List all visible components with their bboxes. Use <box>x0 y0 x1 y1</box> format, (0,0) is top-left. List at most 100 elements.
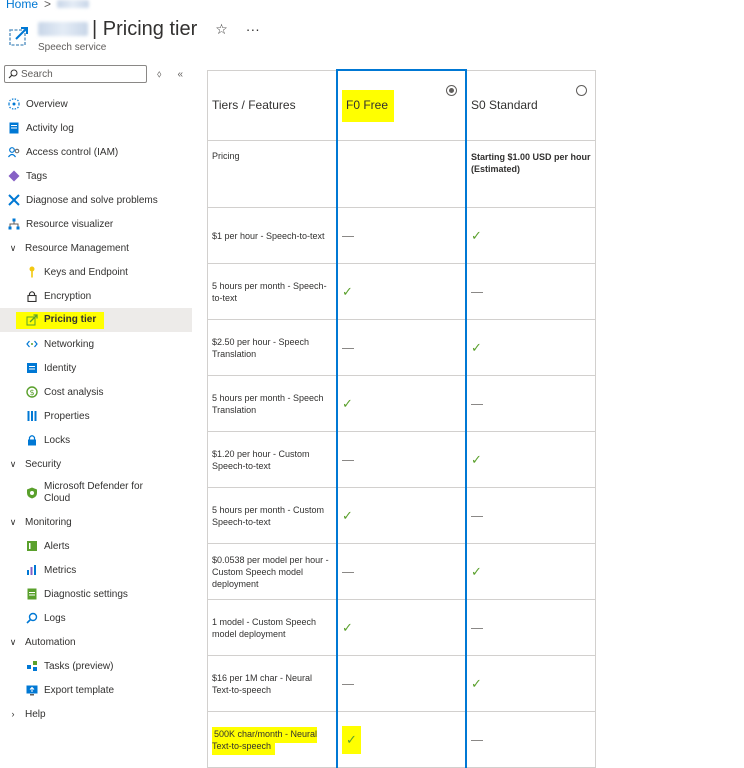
s0-feature-cell <box>465 263 596 320</box>
nav-group-automation[interactable]: ∨ Automation <box>0 630 192 654</box>
table-row: 5 hours per month - Speech Translation ✓ <box>207 375 596 432</box>
s0-feature-cell: ✓ <box>465 207 596 264</box>
nav-properties[interactable]: Properties <box>0 404 192 428</box>
nav-pricing-tier[interactable]: Pricing tier <box>0 308 192 332</box>
dash-icon <box>471 627 483 629</box>
more-options-icon[interactable]: ··· <box>246 21 260 38</box>
checkmark-icon: ✓ <box>342 725 361 754</box>
page-title: | Pricing tier <box>92 17 198 40</box>
feature-text: $1 per hour - Speech-to-text <box>212 231 325 241</box>
nav-resource-visualizer[interactable]: Resource visualizer <box>0 212 192 236</box>
checkmark-icon: ✓ <box>471 339 482 355</box>
feature-text: 5 hours per month - Speech-to-text <box>212 281 327 303</box>
table-row: 1 model - Custom Speech model deployment ✓ <box>207 599 596 656</box>
nav-alerts[interactable]: Alerts <box>0 534 192 558</box>
nav-group-security[interactable]: ∨ Security <box>0 452 192 476</box>
logs-icon <box>26 612 38 624</box>
nav-locks[interactable]: Locks <box>0 428 192 452</box>
nav-group-monitoring[interactable]: ∨ Monitoring <box>0 510 192 534</box>
nav-group-help[interactable]: › Help <box>0 702 192 726</box>
nav-export-template[interactable]: Export template <box>0 678 192 702</box>
s0-feature-cell: ✓ <box>465 431 596 488</box>
feature-text: $1.20 per hour - Custom Speech-to-text <box>212 449 310 471</box>
networking-icon <box>26 338 38 350</box>
breadcrumb-home[interactable]: Home <box>6 0 38 11</box>
properties-icon <box>26 410 38 422</box>
nav-defender[interactable]: Microsoft Defender for Cloud <box>0 476 192 510</box>
dash-icon <box>342 571 354 573</box>
f0-feature-cell: ✓ <box>336 711 467 768</box>
nav-access-control[interactable]: Access control (IAM) <box>0 140 192 164</box>
nav-tags[interactable]: Tags <box>0 164 192 188</box>
nav-overview[interactable]: Overview <box>0 92 192 116</box>
tier-f0-header[interactable]: F0 Free <box>336 69 467 141</box>
key-icon <box>26 266 38 278</box>
feature-text-line: $0.0538 per model per hour - <box>212 554 329 565</box>
identity-icon <box>26 362 38 374</box>
tag-icon <box>8 170 20 182</box>
table-row: 5 hours per month - Speech-to-text ✓ <box>207 263 596 320</box>
feature-cell: $2.50 per hour - Speech Translation <box>207 319 338 376</box>
tier-s0-header[interactable]: S0 Standard <box>465 69 596 141</box>
nav-networking[interactable]: Networking <box>0 332 192 356</box>
feature-cell: $16 per 1M char - Neural Text-to-speech <box>207 655 338 712</box>
checkmark-icon: ✓ <box>471 563 482 579</box>
feature-text-line: Translation <box>212 404 257 415</box>
nav-tasks[interactable]: Tasks (preview) <box>0 654 192 678</box>
feature-text-line: Text-to-speech <box>212 740 272 751</box>
nav-group-resource-management[interactable]: ∨ Resource Management <box>0 236 192 260</box>
chevron-right-icon: › <box>11 709 15 719</box>
feature-text-line: $1 per hour - Speech-to-text <box>212 230 325 241</box>
resource-visualizer-icon <box>8 218 20 230</box>
s0-feature-cell: ✓ <box>465 543 596 600</box>
dash-icon <box>471 291 483 293</box>
nav-diagnose[interactable]: Diagnose and solve problems <box>0 188 192 212</box>
dash-icon <box>342 459 354 461</box>
dash-icon <box>471 739 483 741</box>
favorite-star-icon[interactable]: ☆ <box>215 21 228 38</box>
page-header: | Pricing tier ☆ ··· Speech service <box>8 16 260 53</box>
f0-feature-cell: ✓ <box>336 487 467 544</box>
nav-activity-log[interactable]: Activity log <box>0 116 192 140</box>
lock-icon <box>26 290 38 302</box>
f0-feature-cell <box>336 431 467 488</box>
nav-identity[interactable]: Identity <box>0 356 192 380</box>
nav-logs[interactable]: Logs <box>0 606 192 630</box>
checkmark-icon: ✓ <box>471 451 482 467</box>
breadcrumb-resource-redacted[interactable] <box>57 0 90 8</box>
s0-feature-cell <box>465 711 596 768</box>
f0-feature-cell <box>336 207 467 264</box>
feature-text: 5 hours per month - Custom Speech-to-text <box>212 505 324 527</box>
tasks-icon <box>26 660 38 672</box>
tier-s0-radio[interactable] <box>576 84 587 96</box>
diagnostic-settings-icon <box>26 588 38 600</box>
sort-icon[interactable]: ⬨ <box>157 69 162 80</box>
table-row: 500K char/month - Neural Text-to-speech ✓ <box>207 711 596 768</box>
export-template-icon <box>26 684 38 696</box>
dash-icon <box>342 683 354 685</box>
feature-text-line: Speech-to-text <box>212 516 271 527</box>
feature-text-line: deployment <box>212 578 259 589</box>
feature-cell: 5 hours per month - Speech Translation <box>207 375 338 432</box>
tier-f0-radio[interactable] <box>446 85 457 96</box>
table-row-pricing: Pricing Starting $1.00 USD per hour (Esti… <box>207 140 596 208</box>
page-subtitle: Speech service <box>38 42 107 53</box>
pricing-tier-table: Tiers / Features F0 Free S0 Standard Pri… <box>207 69 596 768</box>
feature-text-line: 5 hours per month - Speech- <box>212 280 327 291</box>
f0-feature-cell <box>336 543 467 600</box>
nav-encryption[interactable]: Encryption <box>0 284 192 308</box>
search-input[interactable]: Search <box>4 65 147 83</box>
nav-diagnostic-settings[interactable]: Diagnostic settings <box>0 582 192 606</box>
s0-feature-cell: ✓ <box>465 319 596 376</box>
table-row: $1 per hour - Speech-to-text ✓ <box>207 207 596 264</box>
s0-pricing-cell: Starting $1.00 USD per hour (Estimated) <box>465 140 596 208</box>
pricing-tier-icon <box>26 313 38 326</box>
collapse-menu-icon[interactable]: « <box>178 69 184 80</box>
f0-pricing-cell <box>336 140 467 208</box>
nav-metrics[interactable]: Metrics <box>0 558 192 582</box>
feature-text-line: 1 model - Custom Speech <box>212 616 317 627</box>
nav-cost-analysis[interactable]: $ Cost analysis <box>0 380 192 404</box>
tier-f0-label: F0 Free <box>342 89 395 122</box>
table-row: 5 hours per month - Custom Speech-to-text… <box>207 487 596 544</box>
nav-keys-endpoint[interactable]: Keys and Endpoint <box>0 260 192 284</box>
